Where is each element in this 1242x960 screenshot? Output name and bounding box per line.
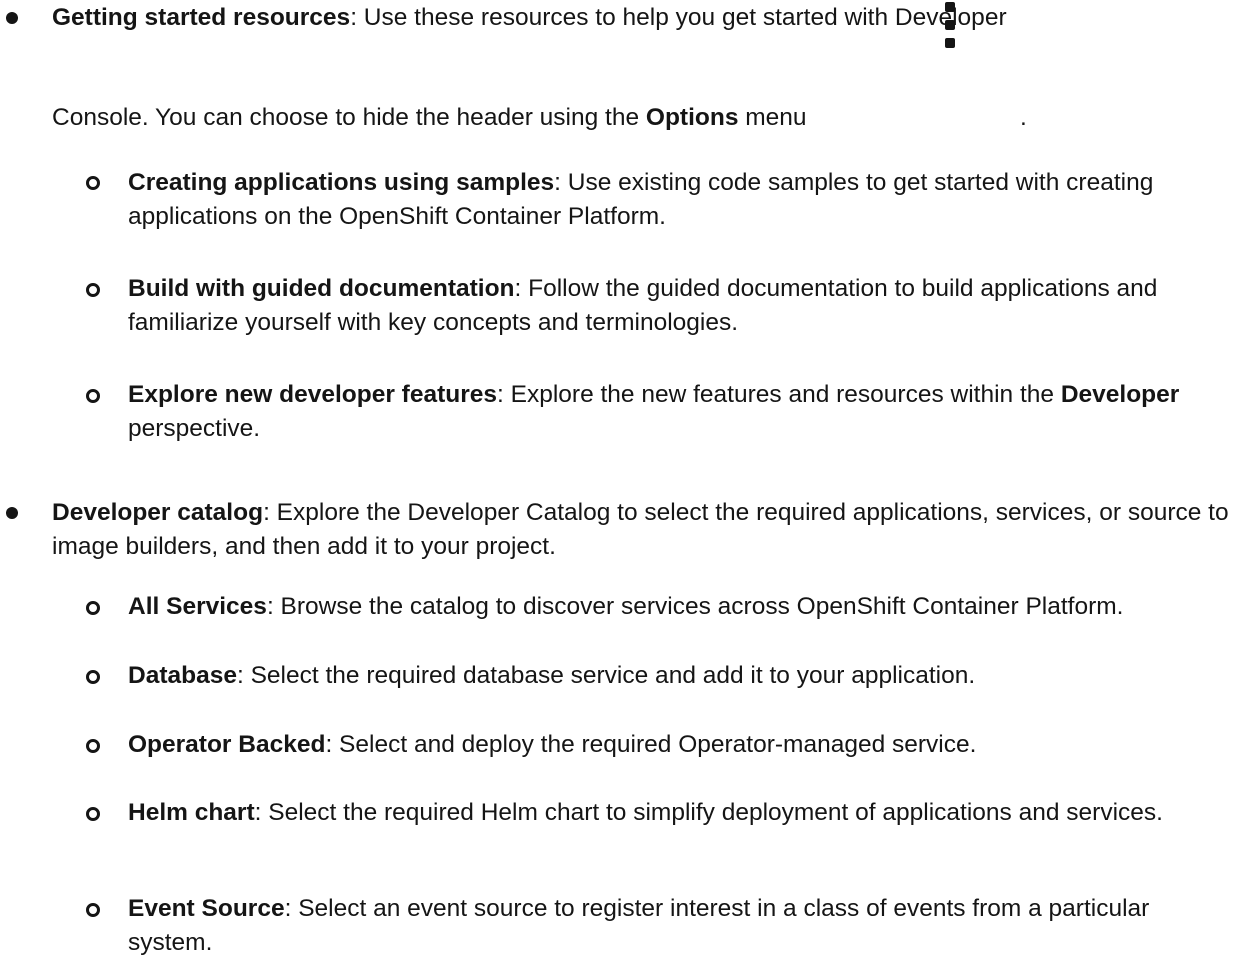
item-separator: : bbox=[266, 593, 274, 620]
item-title: Helm chart bbox=[128, 799, 255, 826]
item-title: Build with guided documentation bbox=[128, 275, 515, 302]
options-label: Options bbox=[645, 104, 739, 131]
item-text: perspective. bbox=[128, 415, 261, 442]
item-text: Select and deploy the required Operator-… bbox=[332, 731, 977, 758]
trailing-period: . bbox=[1020, 104, 1027, 131]
bullet-circle bbox=[86, 807, 100, 821]
item-title: Event Source bbox=[128, 895, 285, 922]
item-text: Console. You can choose to hide the head… bbox=[52, 104, 646, 131]
item-text: Explore the new features and resources w… bbox=[503, 381, 1061, 408]
item-text: Select the required Helm chart to simpli… bbox=[261, 799, 1163, 826]
item-text: Browse the catalog to discover services … bbox=[273, 593, 1124, 620]
bullet-circle bbox=[86, 670, 100, 684]
list-item-helm-chart: Helm chart: Select the required Helm cha… bbox=[128, 796, 1238, 830]
bullet-circle bbox=[86, 739, 100, 753]
kebab-vertical-icon bbox=[943, 2, 957, 52]
developer-emphasis: Developer bbox=[1060, 381, 1180, 408]
item-title: Developer catalog bbox=[52, 499, 264, 526]
bullet-circle bbox=[86, 389, 100, 403]
item-separator: : bbox=[236, 662, 244, 689]
item-title: Operator Backed bbox=[128, 731, 326, 758]
item-title: Database bbox=[128, 662, 237, 689]
list-item-getting-started: Getting started resources: Use these res… bbox=[52, 1, 1238, 35]
item-separator: : bbox=[350, 4, 357, 31]
bullet-circle bbox=[86, 283, 100, 297]
list-item-new-dev-features: Explore new developer features: Explore … bbox=[128, 378, 1238, 446]
list-item-database: Database: Select the required database s… bbox=[128, 659, 1238, 693]
list-item-guided-docs: Build with guided documentation: Follow … bbox=[128, 272, 1238, 340]
item-text: menu bbox=[738, 104, 807, 131]
bullet-disc bbox=[6, 507, 18, 519]
item-title: All Services bbox=[128, 593, 267, 620]
bullet-circle bbox=[86, 176, 100, 190]
bullet-circle bbox=[86, 903, 100, 917]
item-title: Explore new developer features bbox=[128, 381, 497, 408]
list-item-operator-backed: Operator Backed: Select and deploy the r… bbox=[128, 728, 1238, 762]
bullet-circle bbox=[86, 601, 100, 615]
list-item-developer-catalog: Developer catalog: Explore the Developer… bbox=[52, 496, 1242, 564]
item-title: Creating applications using samples bbox=[128, 169, 555, 196]
item-separator: : bbox=[497, 381, 504, 408]
list-item-creating-apps-samples: Creating applications using samples: Use… bbox=[128, 166, 1238, 234]
list-item-all-services: All Services: Browse the catalog to disc… bbox=[128, 590, 1242, 624]
item-separator: : bbox=[554, 169, 561, 196]
item-title: Getting started resources bbox=[52, 4, 351, 31]
list-item-getting-started-line2: Console. You can choose to hide the head… bbox=[52, 101, 1238, 135]
list-item-event-source: Event Source: Select an event source to … bbox=[128, 892, 1238, 960]
item-separator: : bbox=[263, 499, 270, 526]
item-text: Use these resources to help you get star… bbox=[357, 4, 1007, 31]
item-text: Select the required database service and… bbox=[243, 662, 976, 689]
bullet-disc bbox=[6, 12, 18, 24]
